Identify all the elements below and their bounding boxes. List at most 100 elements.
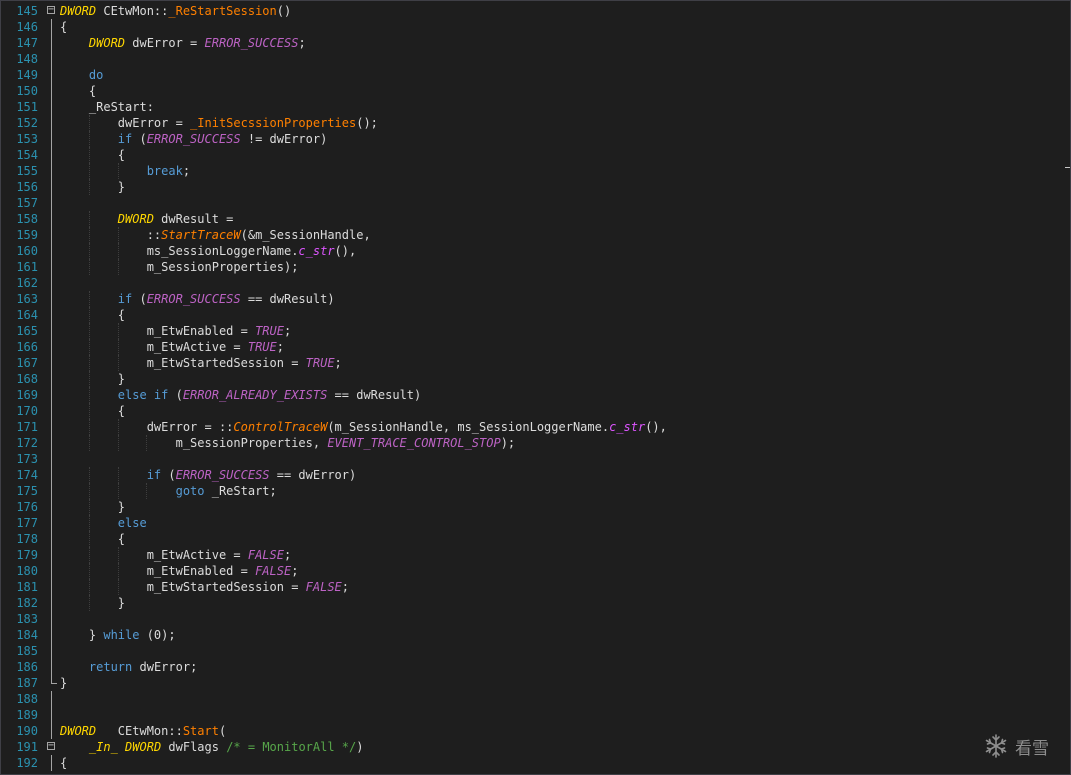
code-line[interactable]: 153 if (ERROR_SUCCESS != dwError)	[1, 131, 1070, 147]
line-number: 149	[16, 68, 38, 82]
code-line[interactable]: 182 }	[1, 595, 1070, 611]
line-number: 156	[16, 180, 38, 194]
code-line[interactable]: 145− DWORD CEtwMon::_ReStartSession()	[1, 3, 1070, 19]
code-line[interactable]: 190 DWORD CEtwMon::Start(	[1, 723, 1070, 739]
code-line[interactable]: 173	[1, 451, 1070, 467]
code-line[interactable]: 170 {	[1, 403, 1070, 419]
code-line[interactable]: 187}	[1, 675, 1070, 691]
line-number: 178	[16, 532, 38, 546]
code-line[interactable]: 178 {	[1, 531, 1070, 547]
code-line[interactable]: 167 m_EtwStartedSession = TRUE;	[1, 355, 1070, 371]
code-editor[interactable]: 145− DWORD CEtwMon::_ReStartSession() 146{…	[0, 0, 1071, 775]
code-line[interactable]: 158 DWORD dwResult =	[1, 211, 1070, 227]
code-text: }	[60, 595, 125, 611]
code-line[interactable]: 172 m_SessionProperties, EVENT_TRACE_CON…	[1, 435, 1070, 451]
code-text: } while (0);	[60, 627, 176, 643]
fold-collapse-icon[interactable]: −	[47, 5, 55, 15]
code-token: TRUE	[247, 340, 277, 354]
code-token: _ReStart;	[204, 484, 277, 498]
code-line[interactable]: 192 {	[1, 755, 1070, 771]
line-number: 145	[16, 4, 38, 18]
code-line[interactable]: 166 m_EtwActive = TRUE;	[1, 339, 1070, 355]
code-line[interactable]: 159 ::StartTraceW(&m_SessionHandle,	[1, 227, 1070, 243]
code-line[interactable]: 148	[1, 51, 1070, 67]
code-text: {	[60, 83, 96, 99]
code-line[interactable]: 151 _ReStart:	[1, 99, 1070, 115]
code-line[interactable]: 174 if (ERROR_SUCCESS == dwError)	[1, 467, 1070, 483]
code-line[interactable]: 163 if (ERROR_SUCCESS == dwResult)	[1, 291, 1070, 307]
code-token: ERROR_SUCCESS	[146, 132, 241, 146]
code-line[interactable]: 160 ms_SessionLoggerName.c_str(),	[1, 243, 1070, 259]
code-line[interactable]: 150 {	[1, 83, 1070, 99]
fold-guide-line	[51, 547, 52, 563]
fold-collapse-icon[interactable]: −	[47, 741, 55, 751]
code-line[interactable]: 177 else	[1, 515, 1070, 531]
code-line[interactable]: 156 }	[1, 179, 1070, 195]
code-token: (	[168, 388, 183, 402]
code-line[interactable]: 180 m_EtwEnabled = FALSE;	[1, 563, 1070, 579]
scrollbar-marker[interactable]	[1065, 167, 1070, 168]
line-number: 182	[16, 596, 38, 610]
fold-guide-line	[51, 323, 52, 339]
code-text: m_SessionProperties);	[60, 259, 299, 275]
code-line[interactable]: 162	[1, 275, 1070, 291]
code-line[interactable]: 155 break;	[1, 163, 1070, 179]
code-text: goto _ReStart;	[60, 483, 277, 499]
code-line[interactable]: 169 else if (ERROR_ALREADY_EXISTS == dwR…	[1, 387, 1070, 403]
line-number: 153	[16, 132, 38, 146]
line-number: 173	[16, 452, 38, 466]
code-line[interactable]: 146 {	[1, 19, 1070, 35]
line-number: 177	[16, 516, 38, 530]
code-line[interactable]: 175 goto _ReStart;	[1, 483, 1070, 499]
code-token: DWORD	[125, 740, 162, 754]
code-line[interactable]: 188	[1, 691, 1070, 707]
fold-guide-line	[51, 659, 52, 675]
code-line[interactable]: 161 m_SessionProperties);	[1, 259, 1070, 275]
code-token: ;	[291, 564, 299, 578]
code-line[interactable]: 189	[1, 707, 1070, 723]
code-token: m_EtwStartedSession =	[60, 356, 306, 370]
fold-guide-line	[51, 515, 52, 531]
code-line[interactable]: 179 m_EtwActive = FALSE;	[1, 547, 1070, 563]
code-text: DWORD dwResult =	[60, 211, 234, 227]
code-line[interactable]: 181 m_EtwStartedSession = FALSE;	[1, 579, 1070, 595]
code-token: CEtwMon::	[96, 724, 183, 738]
code-token: }	[60, 676, 68, 690]
code-line[interactable]: 147 DWORD dwError = ERROR_SUCCESS;	[1, 35, 1070, 51]
code-token: {	[60, 404, 126, 418]
code-token: == dwResult)	[240, 292, 335, 306]
code-line[interactable]: 185	[1, 643, 1070, 659]
fold-guide-line	[51, 691, 52, 707]
code-line[interactable]: 154 {	[1, 147, 1070, 163]
code-line[interactable]: 191− _In_ DWORD dwFlags /* = MonitorAll …	[1, 739, 1070, 755]
line-number: 170	[16, 404, 38, 418]
line-number: 150	[16, 84, 38, 98]
code-line[interactable]: 165 m_EtwEnabled = TRUE;	[1, 323, 1070, 339]
code-token: DWORD	[117, 212, 154, 226]
code-token: ;	[341, 580, 349, 594]
code-line[interactable]: 176 }	[1, 499, 1070, 515]
code-text: else if (ERROR_ALREADY_EXISTS == dwResul…	[60, 387, 421, 403]
code-token: dwResult =	[153, 212, 234, 226]
code-line[interactable]: 164 {	[1, 307, 1070, 323]
code-line[interactable]: 157	[1, 195, 1070, 211]
line-number: 168	[16, 372, 38, 386]
line-number: 187	[16, 676, 38, 690]
watermark: 看雪	[983, 732, 1049, 760]
code-token: {	[60, 148, 126, 162]
code-line[interactable]: 171 dwError = ::ControlTraceW(m_SessionH…	[1, 419, 1070, 435]
code-line[interactable]: 183	[1, 611, 1070, 627]
code-line[interactable]: 184 } while (0);	[1, 627, 1070, 643]
code-line[interactable]: 168 }	[1, 371, 1070, 387]
fold-guide-line	[51, 355, 52, 371]
code-token: (	[132, 292, 147, 306]
code-line[interactable]: 149 do	[1, 67, 1070, 83]
code-text: m_EtwStartedSession = FALSE;	[60, 579, 349, 595]
code-token: c_str	[609, 420, 646, 434]
code-line[interactable]: 186 return dwError;	[1, 659, 1070, 675]
code-line[interactable]: 152 dwError = _InitSecssionProperties();	[1, 115, 1070, 131]
